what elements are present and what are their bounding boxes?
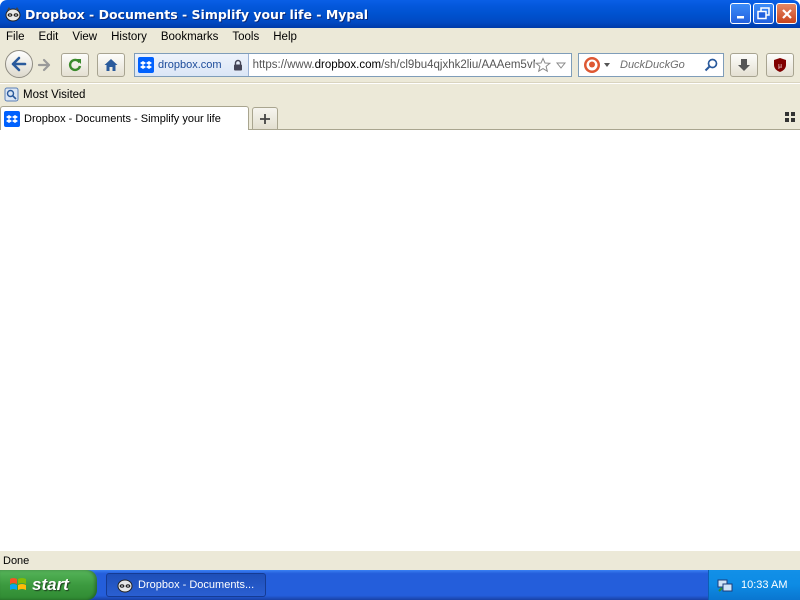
bookmarks-toolbar: Most Visited xyxy=(0,84,800,105)
title-bar[interactable]: Dropbox - Documents - Simplify your life… xyxy=(0,0,800,28)
downloads-button[interactable] xyxy=(730,53,758,77)
menu-history[interactable]: History xyxy=(104,31,154,43)
window-controls xyxy=(730,3,797,24)
back-button[interactable] xyxy=(5,50,33,78)
menu-help[interactable]: Help xyxy=(266,31,304,43)
minimize-button[interactable] xyxy=(730,3,751,24)
menu-bar: File Edit View History Bookmarks Tools H… xyxy=(0,28,800,46)
lock-icon xyxy=(233,59,242,71)
taskbar-item-browser[interactable]: Dropbox - Documents... xyxy=(106,573,266,597)
tab-dropbox[interactable]: Dropbox - Documents - Simplify your life xyxy=(0,106,249,130)
dropbox-favicon-icon xyxy=(138,57,154,73)
new-tab-button[interactable] xyxy=(252,107,278,129)
status-text: Done xyxy=(3,554,30,567)
menu-tools[interactable]: Tools xyxy=(225,31,266,43)
svg-text:μ: μ xyxy=(778,63,782,70)
list-all-tabs-icon[interactable] xyxy=(785,112,795,122)
back-arrow-icon xyxy=(11,56,27,72)
engine-dropdown-icon[interactable] xyxy=(603,61,611,69)
bookmark-star-icon[interactable] xyxy=(535,57,551,73)
system-tray: 10:33 AM xyxy=(708,570,800,600)
dropbox-favicon-icon xyxy=(4,110,20,127)
search-placeholder: DuckDuckGo xyxy=(620,59,685,71)
url-actions xyxy=(535,57,571,73)
clock[interactable]: 10:33 AM xyxy=(741,579,787,591)
page-content[interactable] xyxy=(0,130,800,550)
maximize-button[interactable] xyxy=(753,3,774,24)
ublock-button[interactable]: μ xyxy=(766,53,794,77)
identity-domain: dropbox.com xyxy=(158,59,222,71)
reload-button[interactable] xyxy=(61,53,89,77)
menu-file[interactable]: File xyxy=(0,31,32,43)
site-identity[interactable]: dropbox.com xyxy=(135,54,249,76)
status-bar: Done xyxy=(0,550,800,570)
history-dropdown-icon[interactable] xyxy=(555,59,567,71)
search-icon[interactable] xyxy=(704,58,718,72)
mypal-raccoon-icon xyxy=(117,579,133,593)
windows-logo-icon xyxy=(10,578,26,590)
url-text[interactable]: https://www.dropbox.com/sh/cl9bu4qjxhk2l… xyxy=(249,59,535,71)
duckduckgo-icon[interactable] xyxy=(583,56,601,74)
close-button[interactable] xyxy=(776,3,797,24)
download-arrow-icon xyxy=(738,59,750,71)
menu-edit[interactable]: Edit xyxy=(32,31,66,43)
bookmark-label: Most Visited xyxy=(23,88,86,101)
window-title: Dropbox - Documents - Simplify your life… xyxy=(25,6,369,22)
home-button[interactable] xyxy=(97,53,125,77)
forward-button[interactable] xyxy=(35,56,53,74)
most-visited-icon xyxy=(4,87,19,102)
forward-arrow-icon xyxy=(37,58,51,72)
url-prefix: https://www. xyxy=(252,59,315,71)
menu-bookmarks[interactable]: Bookmarks xyxy=(154,31,226,43)
tab-label: Dropbox - Documents - Simplify your life xyxy=(24,112,221,125)
mypal-raccoon-icon xyxy=(5,7,21,22)
home-icon xyxy=(104,59,118,71)
tab-strip: Dropbox - Documents - Simplify your life xyxy=(0,105,800,130)
address-bar[interactable]: dropbox.com https://www.dropbox.com/sh/c… xyxy=(134,53,572,77)
bookmark-most-visited[interactable]: Most Visited xyxy=(4,87,85,102)
close-icon xyxy=(781,8,792,19)
taskbar: start Dropbox - Documents... 10:33 AM xyxy=(0,570,800,600)
menu-view[interactable]: View xyxy=(65,31,104,43)
taskbar-item-label: Dropbox - Documents... xyxy=(138,579,255,591)
plus-icon xyxy=(260,113,270,124)
network-icon[interactable] xyxy=(717,577,733,593)
start-label: start xyxy=(32,575,69,594)
search-bar[interactable]: DuckDuckGo xyxy=(578,53,724,77)
reload-icon xyxy=(68,58,82,72)
restore-icon xyxy=(757,7,770,20)
start-button[interactable]: start xyxy=(0,570,97,600)
url-path: /sh/cl9bu4qjxhk2liu/AAAem5vM xyxy=(381,59,535,71)
navigation-toolbar: dropbox.com https://www.dropbox.com/sh/c… xyxy=(0,46,800,83)
url-domain: dropbox.com xyxy=(314,59,382,71)
ublock-shield-icon: μ xyxy=(774,58,786,72)
minimize-icon xyxy=(736,15,744,18)
